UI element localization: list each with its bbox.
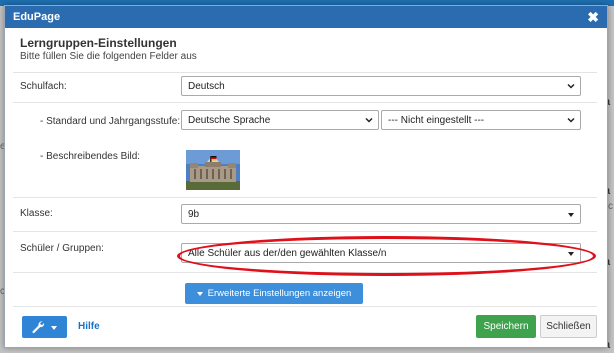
- background-text-fragment: c: [608, 201, 613, 212]
- dialog-header: Lerngruppen-Einstellungen Bitte füllen S…: [20, 36, 197, 62]
- dialog-title: EduPage: [13, 11, 61, 23]
- close-button-label: Schließen: [546, 321, 591, 332]
- close-icon[interactable]: ✖: [587, 9, 599, 26]
- caret-down-icon: [51, 326, 57, 330]
- dialog-titlebar: EduPage ✖: [5, 6, 607, 28]
- subject-label: Schulfach:: [20, 81, 67, 92]
- save-button[interactable]: Speichern: [476, 315, 536, 338]
- close-button[interactable]: Schließen: [540, 315, 597, 338]
- red-highlight-ellipse: [177, 236, 596, 276]
- reichstag-image[interactable]: [186, 150, 240, 190]
- row-divider: [13, 197, 597, 198]
- caret-down-icon: [568, 213, 574, 217]
- save-button-label: Speichern: [483, 321, 529, 332]
- standard-value: Deutsche Sprache: [188, 115, 271, 126]
- help-link[interactable]: Hilfe: [78, 321, 100, 332]
- advanced-settings-label: Erweiterte Einstellungen anzeigen: [207, 288, 352, 299]
- caret-down-icon: [196, 291, 203, 296]
- class-select[interactable]: 9b: [181, 204, 581, 224]
- grade-level-select[interactable]: --- Nicht eingestellt ---: [381, 110, 581, 130]
- chevron-down-icon: [365, 117, 373, 123]
- learning-group-settings-dialog: EduPage ✖ Lerngruppen-Einstellungen Bitt…: [4, 5, 608, 348]
- subject-select[interactable]: Deutsch: [181, 76, 581, 96]
- page-subtitle: Bitte füllen Sie die folgenden Felder au…: [20, 51, 197, 62]
- tools-dropdown-button[interactable]: [22, 316, 67, 338]
- footer-divider: [13, 306, 597, 307]
- class-label: Klasse:: [20, 208, 53, 219]
- image-label: - Beschreibendes Bild:: [40, 151, 141, 162]
- row-divider: [13, 231, 597, 232]
- class-value: 9b: [188, 209, 200, 220]
- grade-level-value: --- Nicht eingestellt ---: [388, 115, 485, 126]
- wrench-icon: [32, 321, 45, 334]
- chevron-down-icon: [567, 117, 575, 123]
- students-label: Schüler / Gruppen:: [20, 243, 104, 254]
- page-title: Lerngruppen-Einstellungen: [20, 36, 177, 50]
- standard-label: - Standard und Jahrgangsstufe:: [40, 116, 181, 127]
- row-divider: [13, 102, 597, 103]
- subject-value: Deutsch: [188, 81, 225, 92]
- advanced-settings-button[interactable]: Erweiterte Einstellungen anzeigen: [185, 283, 363, 304]
- chevron-down-icon: [567, 83, 575, 89]
- standard-select[interactable]: Deutsche Sprache: [181, 110, 379, 130]
